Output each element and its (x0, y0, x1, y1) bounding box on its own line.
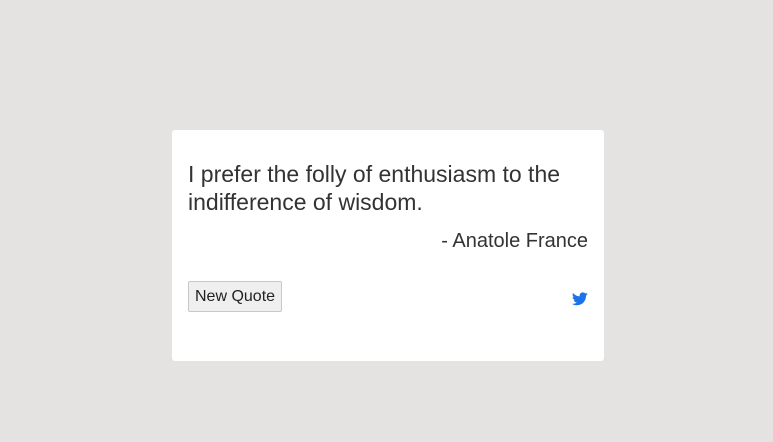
quote-actions: New Quote (188, 281, 588, 313)
quote-author: - Anatole France (441, 230, 588, 252)
new-quote-button[interactable]: New Quote (188, 281, 283, 312)
page: I prefer the folly of enthusiasm to the … (0, 0, 773, 442)
twitter-icon (572, 292, 588, 306)
quote-card: I prefer the folly of enthusiasm to the … (172, 130, 604, 361)
tweet-quote-link[interactable] (572, 292, 588, 306)
quote-text: I prefer the folly of enthusiasm to the … (188, 161, 561, 215)
